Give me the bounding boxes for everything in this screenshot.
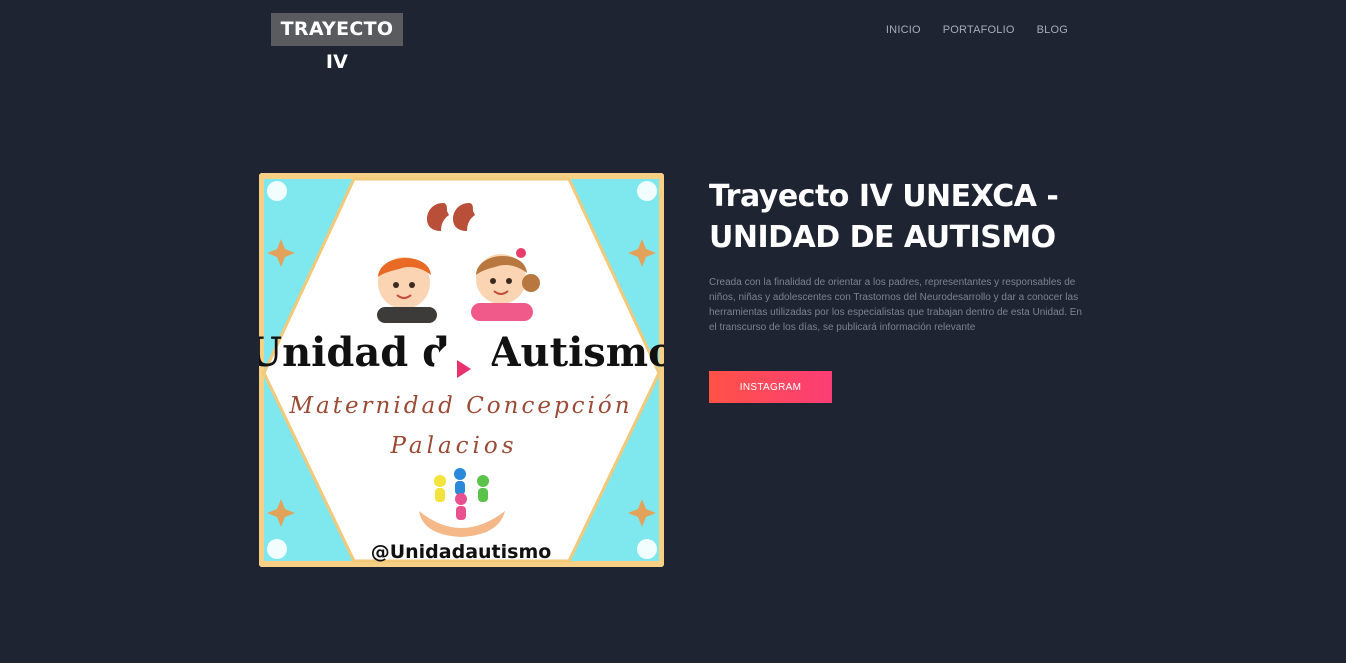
instagram-button[interactable]: INSTAGRAM [709, 371, 832, 403]
main-nav: INICIO PORTAFOLIO BLOG [864, 23, 1068, 37]
page-title: Trayecto IV UNEXCA - UNIDAD DE AUTISMO [709, 179, 1059, 255]
nav-item-portafolio[interactable]: PORTAFOLIO [943, 23, 1015, 37]
play-icon [457, 360, 471, 378]
description: Creada con la finalidad de orientar a lo… [709, 277, 1082, 333]
play-button[interactable] [434, 340, 492, 398]
poster-handle: @Unidadautismo [371, 541, 552, 563]
site-logo[interactable]: TRAYECTO IV [271, 13, 403, 73]
nav-item-blog[interactable]: BLOG [1037, 23, 1068, 37]
poster-subtitle-line2: Palacios [389, 433, 517, 459]
nav-item-inicio[interactable]: INICIO [886, 23, 921, 37]
